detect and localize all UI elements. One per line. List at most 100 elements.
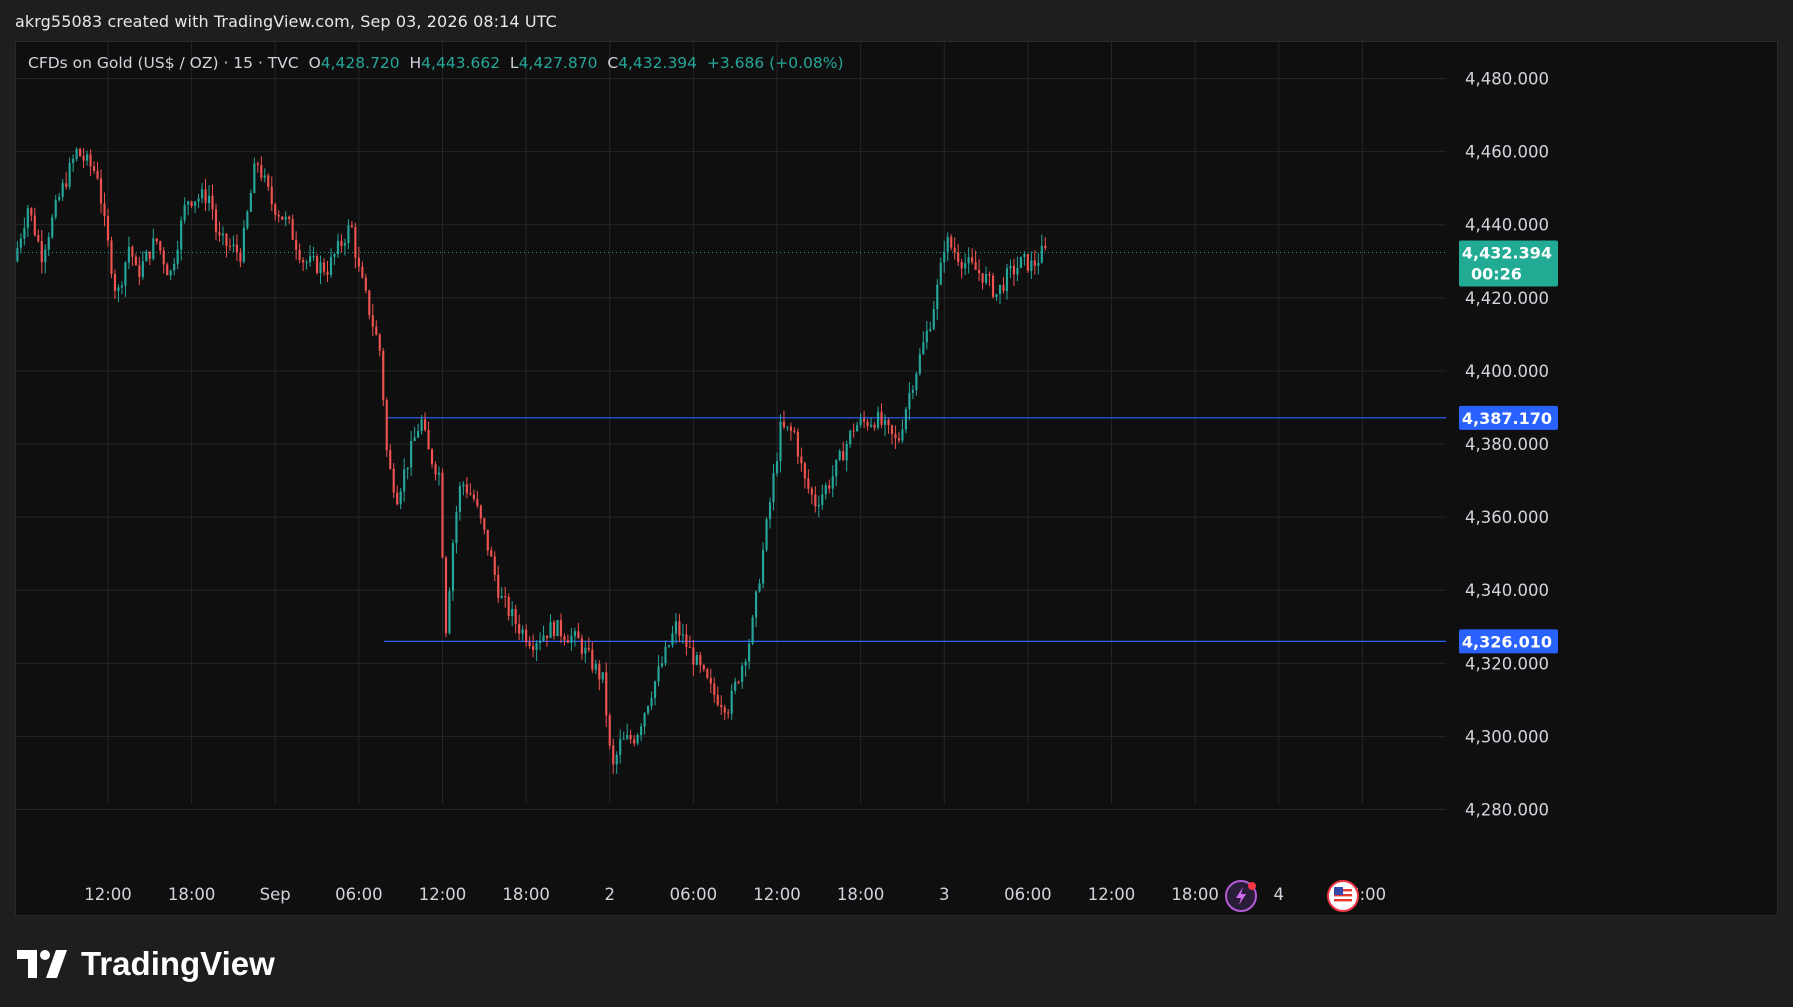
candle-down [974, 250, 977, 271]
candle-up [417, 423, 420, 439]
candle-down [274, 202, 277, 221]
x-tick-label: 18:00 [502, 885, 550, 904]
candle-down [444, 555, 448, 638]
candle-up [734, 677, 737, 695]
candle-down [713, 677, 716, 703]
candle-up [455, 505, 458, 554]
candle-up [943, 240, 946, 273]
x-tick-label: 2 [604, 885, 615, 904]
open-label: O [308, 54, 321, 72]
candle-up [775, 452, 779, 477]
high-label: H [409, 54, 422, 72]
candle-down [863, 410, 866, 429]
candle-down [469, 483, 472, 496]
symbol-title[interactable]: CFDs on Gold (US$ / OZ) · 15 · TVC [28, 54, 299, 72]
candle-down [577, 622, 580, 639]
candle-up [462, 481, 465, 496]
symbol-legend[interactable]: CFDs on Gold (US$ / OZ) · 15 · TVC O4,42… [28, 54, 844, 72]
candle-down [591, 641, 594, 674]
candle-up [23, 217, 26, 246]
candle-up [117, 284, 120, 303]
x-tick-label: 12:00 [419, 885, 467, 904]
horizontal-lines [383, 417, 1446, 642]
candle-down [423, 412, 427, 432]
candle-up [305, 259, 308, 270]
candle-up [918, 348, 921, 376]
candle-down [880, 403, 883, 429]
candle-up [127, 236, 130, 270]
candle-down [514, 604, 517, 634]
candle-up [929, 321, 932, 333]
candle-down [692, 639, 695, 677]
candle-up [1030, 251, 1033, 279]
candle-down [378, 332, 381, 357]
candle-down [842, 441, 845, 461]
candle-down [396, 485, 399, 506]
candle-up [86, 150, 89, 166]
candle-down [866, 418, 869, 431]
candle-up [755, 590, 758, 628]
tradingview-brand[interactable]: TradingView [17, 945, 275, 983]
candle-down [315, 253, 319, 275]
candle-down [605, 662, 608, 727]
candle-down [890, 424, 894, 445]
candle-down [298, 243, 301, 264]
y-tick-label: 4,320.000 [1465, 654, 1549, 673]
low-label: L [509, 54, 519, 72]
price-axis[interactable]: 4,280.000 4,300.000 4,320.000 4,340.000 4,36… [1465, 70, 1549, 820]
candle-down [190, 200, 193, 209]
us-flag-event-icon[interactable] [1327, 880, 1359, 912]
event-markers[interactable] [1225, 880, 1359, 912]
candle-down [385, 397, 388, 457]
candle-down [99, 169, 103, 214]
high-value: 4,443.662 [421, 54, 501, 72]
candle-down [793, 427, 796, 434]
candle-down [709, 668, 712, 694]
candle-down [434, 461, 437, 481]
candle-up [869, 417, 873, 428]
candle-up [761, 542, 765, 589]
candle-down [37, 229, 40, 244]
candlestick-chart[interactable]: 4,280.000 4,300.000 4,320.000 4,340.000 4,36… [16, 42, 1779, 917]
candle-up [650, 691, 653, 710]
candle-down [79, 147, 82, 157]
candle-up [622, 731, 625, 740]
x-tick-label: 4 [1273, 885, 1284, 904]
time-axis[interactable]: 12:00 18:00 Sep 06:00 12:00 18:00 2 06:00 12:00 1… [84, 885, 1386, 904]
candle-down [354, 222, 357, 269]
candle-up [145, 249, 148, 262]
candle-up [141, 251, 144, 280]
tradingview-logo-icon [17, 950, 67, 978]
last-price-value: 4,432.394 [1462, 244, 1552, 263]
candle-up [535, 640, 538, 662]
y-tick-label: 4,340.000 [1465, 581, 1549, 600]
candle-up [594, 659, 597, 675]
candle-down [382, 347, 385, 407]
candle-up [786, 426, 789, 432]
candle-down [260, 156, 263, 182]
lightning-event-icon[interactable] [1225, 880, 1257, 912]
candle-up [671, 625, 674, 648]
bar-countdown: 00:26 [1471, 265, 1522, 284]
y-tick-label: 4,300.000 [1465, 727, 1549, 746]
candle-down [559, 613, 563, 644]
candle-down [803, 461, 806, 489]
candle-down [1033, 250, 1036, 275]
chart-panel[interactable]: 4,280.000 4,300.000 4,320.000 4,340.000 4,36… [15, 41, 1778, 916]
candle-up [120, 281, 124, 295]
candle-up [901, 419, 904, 444]
candle-down [587, 637, 590, 653]
candle-down [960, 258, 963, 279]
candle-down [228, 238, 232, 251]
y-tick-label: 4,400.000 [1465, 362, 1549, 381]
candle-down [239, 248, 242, 268]
candle-up [817, 495, 820, 518]
candle-up [936, 278, 939, 321]
candle-down [699, 651, 702, 673]
y-tick-label: 4,480.000 [1465, 70, 1549, 89]
last-price-tag: 4,432.394 00:26 [1459, 240, 1558, 287]
candle-down [580, 634, 583, 660]
candle-down [162, 247, 165, 274]
candle-up [1009, 259, 1012, 279]
candle-up [643, 711, 646, 735]
